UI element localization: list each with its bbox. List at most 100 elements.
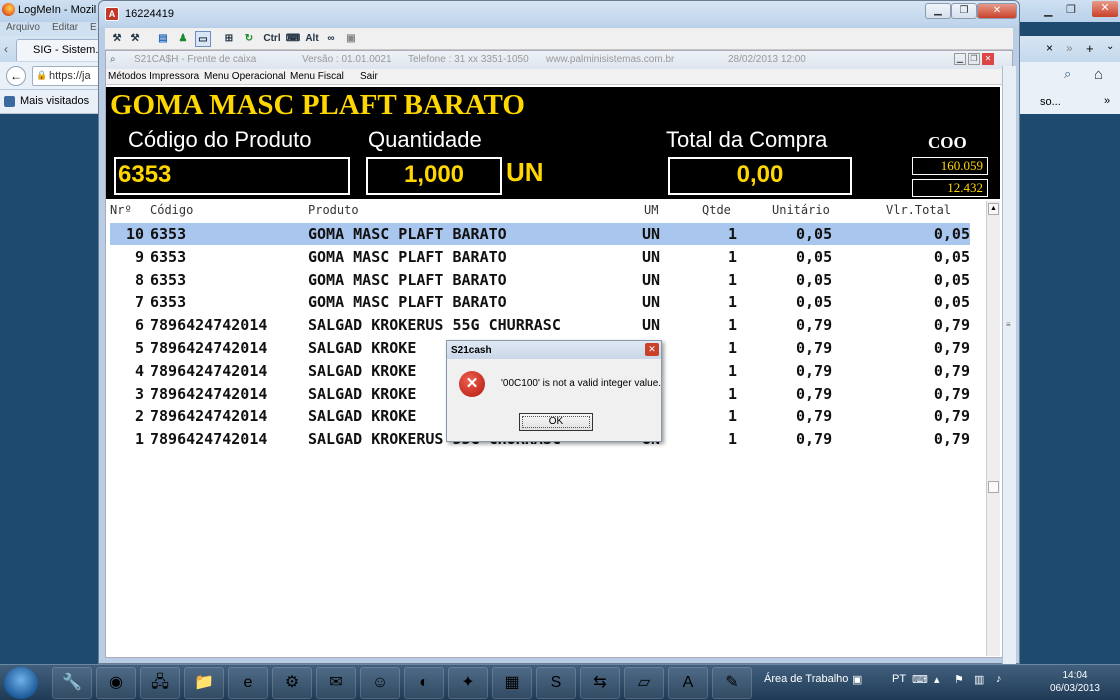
tab-sig-label: SIG - Sistem...	[33, 44, 100, 56]
desktop-toolbar-icon[interactable]: ▣	[852, 673, 862, 686]
minimize-icon[interactable]: ▁	[1044, 4, 1052, 17]
rocket-icon[interactable]: ✦	[448, 667, 488, 699]
cell-um: UN	[642, 270, 661, 289]
menu-fiscal[interactable]: Menu Fiscal	[290, 71, 344, 82]
mail-icon[interactable]: ✉	[316, 667, 356, 699]
grid-scrollbar[interactable]: ▲	[986, 201, 1000, 656]
taskbar: 🔧 ◉ 🖧 📁 e ⚙ ✉ ☺ ◐ ✦ ▦ S ⇆ ▱ A ✎ Área de …	[0, 664, 1120, 700]
link-icon[interactable]: ∞	[323, 31, 339, 47]
back-button[interactable]: ←	[6, 66, 26, 86]
document-icon[interactable]: ▱	[624, 667, 664, 699]
cell-vlr-total: 0,05	[933, 247, 970, 266]
menu-metodos-impressora[interactable]: Métodos Impressora	[108, 71, 199, 82]
lmi-close-button[interactable]: ✕	[977, 3, 1017, 19]
alt-key-button[interactable]: Alt	[303, 31, 321, 47]
cell-qtde: 1	[728, 407, 738, 426]
lmi-restore-button[interactable]: ❐	[951, 3, 977, 19]
cell-codigo: 6353	[150, 270, 187, 289]
search-icon[interactable]: ⌕	[1064, 66, 1082, 82]
tab-close-icon[interactable]: ×	[1046, 41, 1053, 55]
app-restore-button[interactable]: ❐	[968, 53, 980, 65]
app-close-button[interactable]: ✕	[982, 53, 994, 65]
new-tab-icon[interactable]: +	[1086, 41, 1094, 56]
taskbar-app-icon[interactable]: 🔧	[52, 667, 92, 699]
table-row[interactable]: 7 6353 GOMA MASC PLAFT BARATO UN 1 0,05 0,05	[110, 291, 970, 313]
volume-icon[interactable]: ♪	[996, 673, 1002, 685]
logmein-toolbar: ⚒ ⚒ ▤ ♟ ▭ ⊞ ↻ Ctrl ⌨ Alt ∞ ▣	[105, 28, 1013, 50]
code-field[interactable]: 6353	[114, 157, 350, 195]
coo-value-1: 160.059	[912, 157, 988, 175]
table-row[interactable]: 9 6353 GOMA MASC PLAFT BARATO UN 1 0,05 0,05	[110, 246, 970, 268]
shirt-icon[interactable]: ♟	[175, 31, 191, 47]
home-icon[interactable]: ⌂	[1094, 66, 1103, 83]
logmein-scrollbar[interactable]: ≡	[1002, 66, 1016, 664]
screen-icon[interactable]: ▤	[155, 31, 171, 47]
table-row[interactable]: 8 6353 GOMA MASC PLAFT BARATO UN 1 0,05 0,05	[110, 269, 970, 291]
restore-icon[interactable]: ❐	[1066, 3, 1076, 16]
paint-icon[interactable]: ✎	[712, 667, 752, 699]
menu-arquivo[interactable]: Arquivo	[6, 22, 40, 33]
teamviewer-icon[interactable]: ⇆	[580, 667, 620, 699]
language-indicator[interactable]: PT	[892, 673, 906, 685]
refresh-icon[interactable]: ↻	[241, 31, 257, 47]
table-row[interactable]: 6 7896424742014 SALGAD KROKERUS 55G CHURRA…	[110, 314, 970, 336]
menu-sair[interactable]: Sair	[360, 71, 378, 82]
start-button[interactable]	[4, 667, 38, 699]
tab-scroll-right-icon[interactable]: »	[1066, 41, 1073, 55]
bookmarks-more-icon[interactable]: »	[1104, 95, 1110, 107]
tools-icon[interactable]: ⚙	[272, 667, 312, 699]
fullscreen-icon[interactable]: ⊞	[221, 31, 237, 47]
bookmark-mais-visitados[interactable]: Mais visitados	[20, 95, 89, 107]
logmein-taskbar-icon[interactable]: A	[668, 667, 708, 699]
qty-label: Quantidade	[368, 127, 482, 152]
qty-field[interactable]: 1,000	[366, 157, 502, 195]
unit-label: UN	[506, 157, 544, 187]
cell-nr: 9	[134, 247, 144, 266]
dialog-ok-button[interactable]: OK	[519, 413, 593, 431]
menu-editar[interactable]: Editar	[52, 22, 78, 33]
logmein-icon: A	[105, 7, 119, 21]
app-minimize-button[interactable]: ▁	[954, 53, 966, 65]
monitor-icon[interactable]: ▭	[195, 31, 211, 47]
menu-operacional[interactable]: Menu Operacional	[204, 71, 286, 82]
clock[interactable]: 14:04 06/03/2013	[1050, 669, 1100, 695]
bookmark-truncated[interactable]: so...	[1040, 96, 1061, 108]
dialog-close-button[interactable]: ✕	[645, 343, 659, 356]
folder-icon[interactable]: 📁	[184, 667, 224, 699]
tab-list-icon[interactable]: ⌄	[1106, 41, 1114, 52]
lmi-minimize-button[interactable]: ▁	[925, 3, 951, 19]
remote-tool2-icon[interactable]: ⚒	[127, 31, 143, 47]
cell-vlr-total: 0,79	[933, 361, 970, 380]
remote-tool-icon[interactable]: ⚒	[109, 31, 125, 47]
ie-icon[interactable]: e	[228, 667, 268, 699]
scroll-thumb[interactable]	[988, 481, 999, 493]
firefox-icon[interactable]: ◐	[404, 667, 444, 699]
url-bar[interactable]: 🔒 https://ja	[32, 66, 100, 86]
right-navbar: ⌕ ⌂	[1020, 62, 1120, 90]
close-icon[interactable]: ✕	[1092, 1, 1118, 17]
cell-unitario: 0,05	[796, 247, 833, 266]
network-tray-icon[interactable]: ▥	[974, 673, 984, 686]
tab-scroll-left-icon[interactable]: ‹	[4, 42, 8, 56]
messenger-icon[interactable]: ☺	[360, 667, 400, 699]
ctrl-key-button[interactable]: Ctrl	[261, 31, 283, 47]
table-row[interactable]: 10 6353 GOMA MASC PLAFT BARATO UN 1 0,05 0,05	[110, 223, 970, 245]
tray-arrow-icon[interactable]: ▴	[934, 673, 940, 686]
keyboard-tray-icon[interactable]: ⌨	[912, 673, 928, 686]
tab-sig[interactable]: SIG - Sistem...	[16, 39, 100, 61]
cell-vlr-total: 0,79	[933, 384, 970, 403]
info-icon[interactable]: ▣	[343, 31, 359, 47]
notes-icon[interactable]: ▦	[492, 667, 532, 699]
app-icon: ⌕	[110, 54, 116, 65]
flag-icon[interactable]: ⚑	[954, 673, 964, 686]
col-codigo: Código	[150, 203, 194, 217]
keyboard-icon[interactable]: ⌨	[285, 31, 301, 47]
cell-produto: GOMA MASC PLAFT BARATO	[308, 225, 507, 243]
skype-icon[interactable]: S	[536, 667, 576, 699]
scroll-up-icon[interactable]: ▲	[988, 203, 999, 215]
cell-vlr-total: 0,79	[933, 407, 970, 426]
network-icon[interactable]: 🖧	[140, 667, 180, 699]
chrome-icon[interactable]: ◉	[96, 667, 136, 699]
desktop-label[interactable]: Área de Trabalho	[764, 673, 848, 685]
menu-e[interactable]: E	[90, 22, 97, 33]
